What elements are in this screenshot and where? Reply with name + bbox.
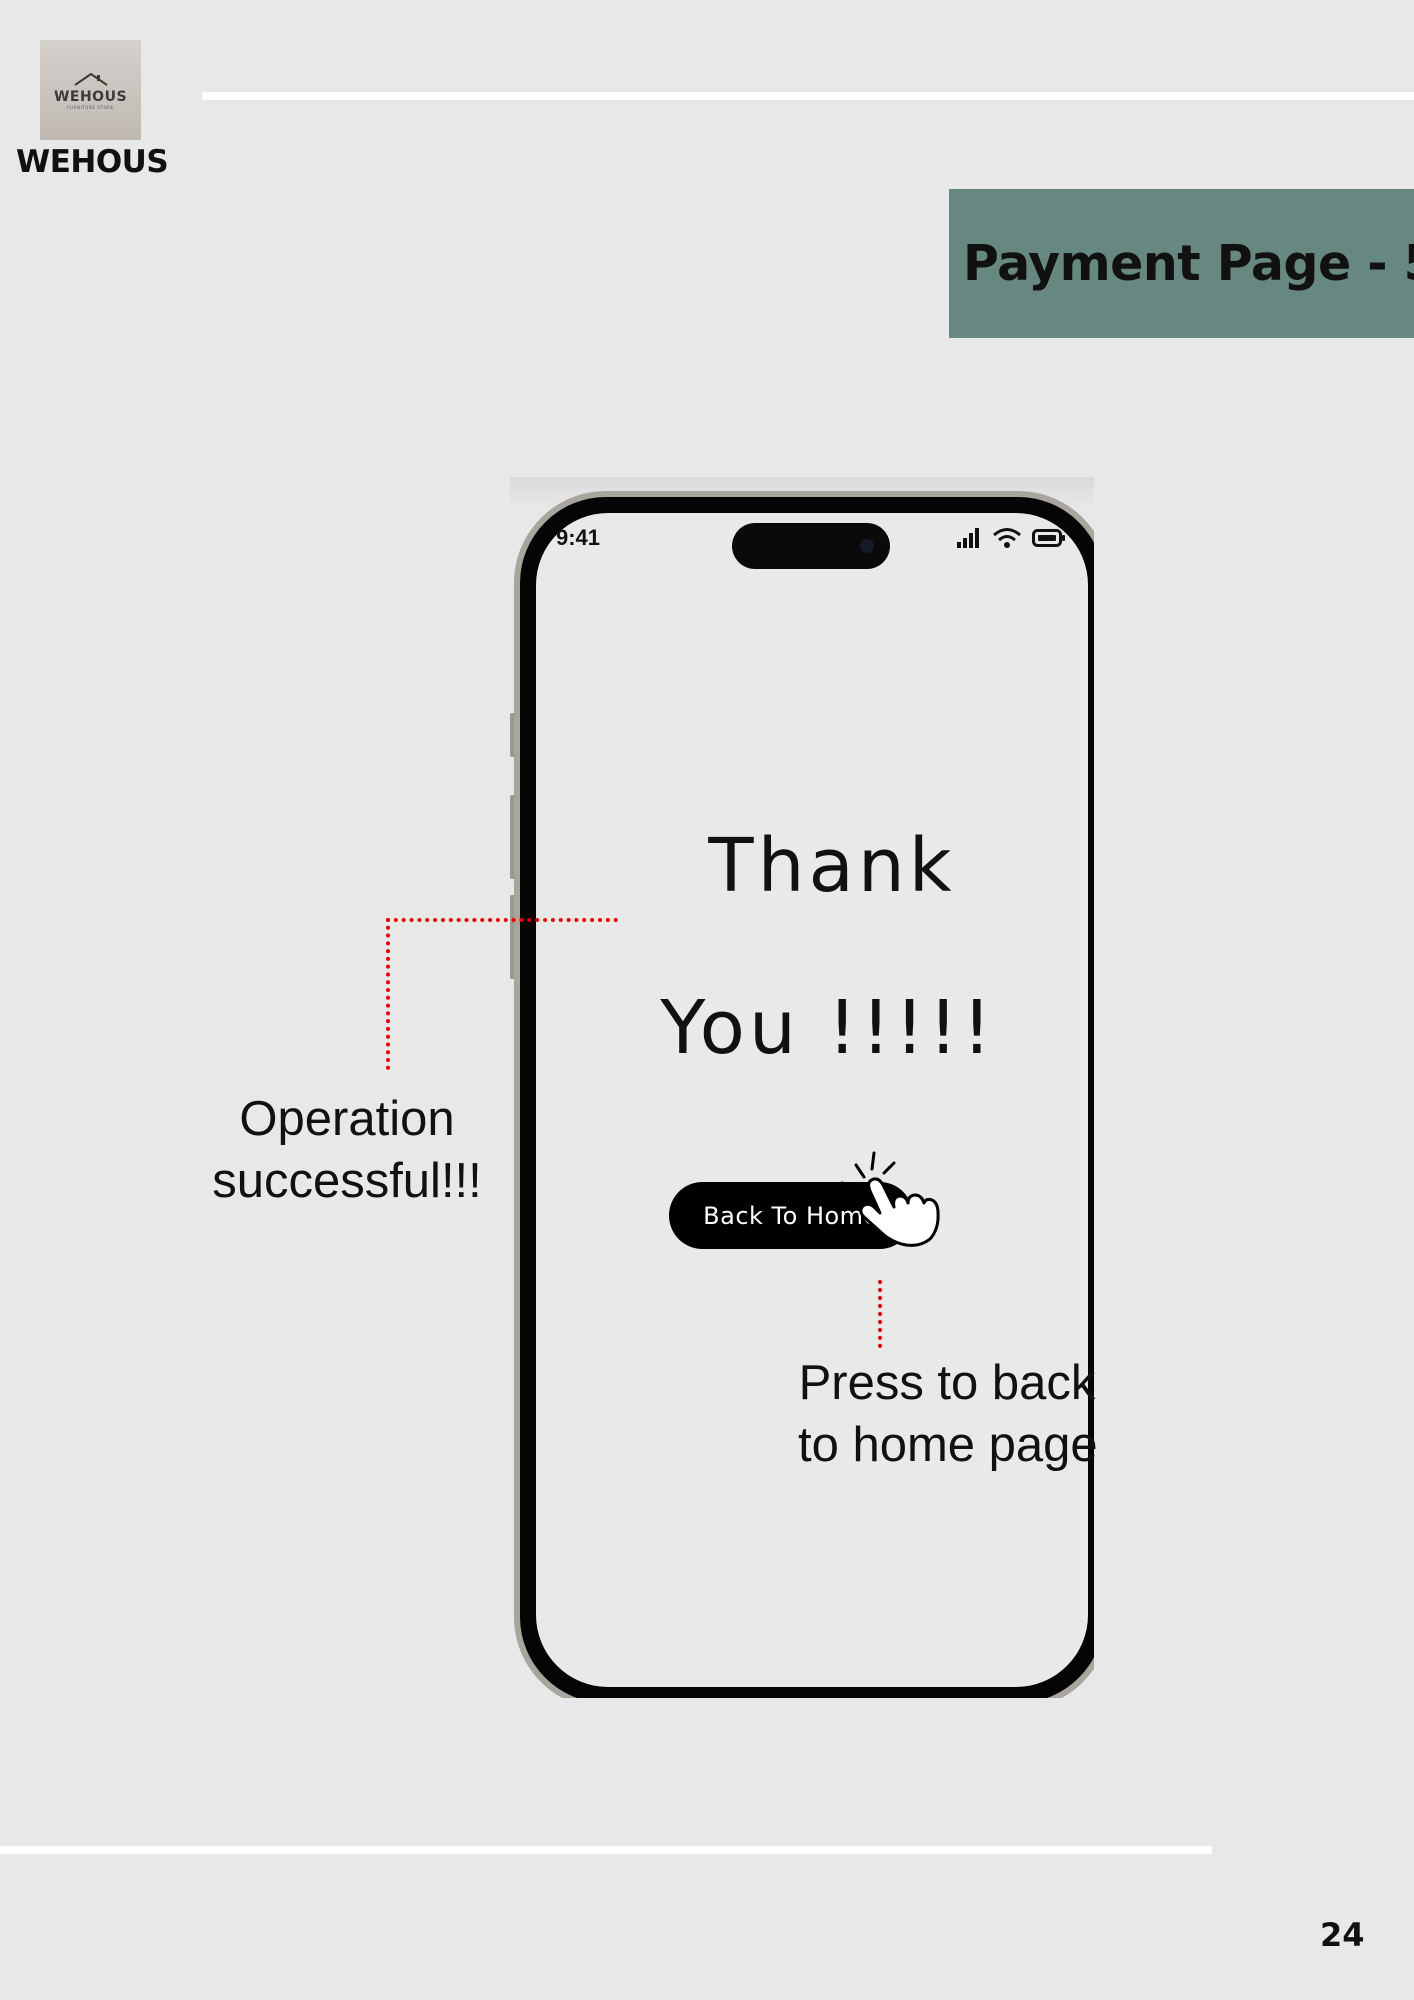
page-title-banner: Payment Page - 5 <box>949 189 1414 338</box>
status-time: 9:41 <box>556 525 601 550</box>
brand-name: WEHOUS <box>16 144 169 180</box>
camera-icon <box>860 539 874 553</box>
annotation-line: Operation <box>239 1092 455 1146</box>
thank-you-line-1: Thank <box>708 823 956 909</box>
status-icons <box>956 527 1066 549</box>
annotation-connector <box>386 918 618 922</box>
annotation-connector <box>878 1280 882 1348</box>
battery-icon <box>1032 529 1065 547</box>
phone-frame: 9:41 Thank You !!!!! Back To Home <box>514 491 1094 1698</box>
annotation-connector <box>386 918 390 1070</box>
brand-logo-text: WEHOUS <box>53 88 128 105</box>
wifi-icon <box>993 528 1021 548</box>
pointing-hand-icon <box>840 1151 940 1247</box>
phone-mockup: 9:41 Thank You !!!!! Back To Home <box>510 477 1094 1698</box>
annotation-line: Press to back <box>798 1356 1096 1410</box>
top-divider <box>202 92 1414 100</box>
brand-logo-subtext: FURNITURE STORE <box>67 104 114 110</box>
page-number: 24 <box>1320 1916 1365 1954</box>
page-title: Payment Page - 5 <box>963 235 1414 292</box>
signal-icon <box>957 528 979 548</box>
phone-screen: 9:41 Thank You !!!!! Back To Home <box>536 513 1088 1687</box>
brand-logo: WEHOUS FURNITURE STORE <box>40 40 141 140</box>
thank-you-line-2: You !!!!! <box>660 985 996 1071</box>
annotation-operation-successful: Operation successful!!! <box>200 1088 494 1212</box>
dynamic-island <box>732 523 890 569</box>
bottom-divider <box>0 1846 1212 1854</box>
annotation-line: to home page <box>798 1418 1096 1472</box>
phone-bezel: 9:41 Thank You !!!!! Back To Home <box>520 497 1094 1698</box>
annotation-press-back-home: Press to back to home page <box>798 1352 1096 1476</box>
annotation-line: successful!!! <box>212 1154 482 1208</box>
